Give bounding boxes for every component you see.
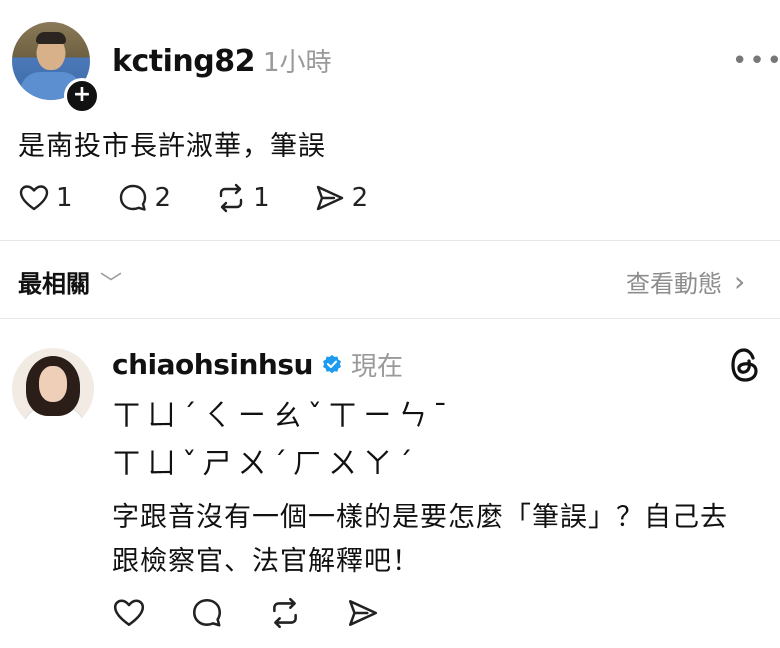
more-options-icon[interactable]: ••• [732, 46, 780, 76]
reply-count: 2 [154, 183, 172, 213]
username[interactable]: chiaohsinhsu [112, 348, 313, 381]
post-body-line: 跟檢察官、法官解釋吧！ [112, 546, 420, 577]
chevron-down-icon: ﹀ [100, 271, 123, 297]
view-activity-label: 查看動態 [626, 270, 722, 298]
sort-dropdown[interactable]: 最相關 ﹀ [18, 264, 122, 299]
heart-icon [19, 185, 49, 211]
plus-icon[interactable]: + [64, 78, 100, 114]
comment-icon [192, 598, 222, 627]
post1-header: kcting82 1小時 [112, 42, 332, 79]
reply-button[interactable] [190, 596, 224, 634]
post1-actions: 1 2 1 2 [18, 182, 368, 214]
timestamp: 現在 [350, 352, 403, 382]
timestamp: 1小時 [262, 48, 332, 78]
chevron-right-icon: › [734, 264, 746, 298]
username[interactable]: kcting82 [112, 44, 255, 79]
send-icon [348, 600, 378, 626]
share-button[interactable]: 2 [314, 182, 369, 214]
avatar-hair [36, 32, 66, 44]
reply-button[interactable]: 2 [117, 182, 172, 214]
post-text: 是南投市長許淑華，筆誤 [18, 131, 326, 162]
avatar-chiaohsinhsu[interactable] [12, 348, 94, 430]
heart-icon [113, 599, 145, 626]
post2-header: chiaohsinhsu 現在 [112, 346, 403, 383]
repost-icon [273, 597, 297, 629]
comment-icon [119, 184, 146, 211]
share-button[interactable] [346, 596, 380, 634]
repost-icon [219, 183, 243, 213]
bopomofo-line: ㄒㄩˊㄑㄧㄠˇㄒㄧㄣˉ [112, 398, 454, 432]
threads-logo-icon[interactable] [728, 346, 762, 388]
like-count: 1 [56, 183, 73, 213]
post-body-line: 字跟音沒有一個一樣的是要怎麼「筆誤」？自己去 [112, 502, 728, 533]
avatar-face [39, 366, 67, 402]
repost-button[interactable] [268, 596, 302, 634]
like-button[interactable] [112, 596, 146, 634]
post2-actions [112, 596, 380, 634]
sort-label: 最相關 [18, 270, 90, 298]
like-button[interactable]: 1 [18, 182, 73, 214]
bopomofo-line: ㄒㄩˇㄕㄨˊㄏㄨㄚˊ [112, 446, 419, 480]
send-icon [316, 185, 343, 211]
repost-count: 1 [253, 183, 270, 213]
divider [0, 240, 780, 241]
view-activity-link[interactable]: 查看動態 › [626, 264, 745, 299]
repost-button[interactable]: 1 [215, 182, 270, 214]
divider [0, 318, 780, 319]
share-count: 2 [351, 183, 369, 213]
verified-badge-icon [322, 354, 341, 373]
